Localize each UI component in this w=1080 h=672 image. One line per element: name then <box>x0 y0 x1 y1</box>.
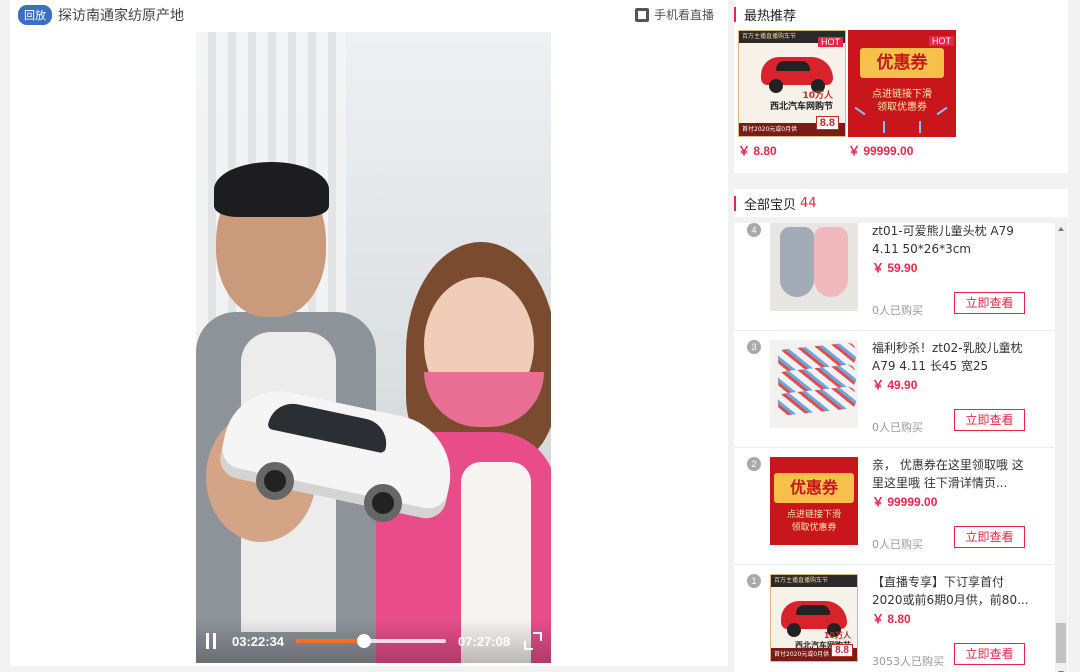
section-accent-bar <box>734 195 736 211</box>
hot-section-title: 最热推荐 <box>744 8 797 24</box>
progress-knob[interactable] <box>356 634 371 648</box>
view-now-button[interactable]: 立即查看 <box>954 526 1025 548</box>
video-controls: 03:22:34 07:27:08 <box>196 619 551 663</box>
coupon-sub-line1: 点进链接下滑 <box>872 89 932 100</box>
replay-badge: 回放 <box>18 5 52 25</box>
item-thumbnail[interactable] <box>770 340 858 428</box>
item-sold: 0人已购买 <box>872 421 923 434</box>
item-sold: 0人已购买 <box>872 538 923 551</box>
video-car-wheel <box>256 462 294 500</box>
all-section-count: 44 <box>800 195 817 211</box>
qr-code-icon <box>634 7 649 22</box>
hot-item-car-image[interactable]: 百万主播直播购车节 10万人 西北汽车网购节 首付2020元或0月供 8.8 H… <box>738 30 846 137</box>
fullscreen-icon[interactable] <box>524 632 543 650</box>
item-name[interactable]: 亲， 优惠券在这里领取哦 这里这里哦 往下滑详情页... <box>872 456 1032 492</box>
item-sold: 3053人已购买 <box>872 655 944 668</box>
hot-item-price: ￥ 99999.00 <box>848 144 914 158</box>
coupon-sub-line1: 点进链接下滑 <box>786 510 841 520</box>
live-header: 回放 探访南通家纺原产地 <box>10 0 728 30</box>
list-item: 1 百万主播直播购车节 10万人 西北汽车网购节 首付2020元或0月供 8.8… <box>734 565 1054 672</box>
car-brand-line1: 10万人 <box>802 91 833 101</box>
item-price: ￥ 99999.00 <box>872 495 938 509</box>
arrow-icon <box>883 121 885 133</box>
hot-recommendations: 百万主播直播购车节 10万人 西北汽车网购节 首付2020元或0月供 8.8 H… <box>734 28 1068 173</box>
coupon-sub-line2: 领取优惠券 <box>791 523 837 533</box>
product-list: 4 zt01-可爱熊儿童头枕 A79 4.11 50*26*3cm ￥ 59.9… <box>734 223 1068 672</box>
car-brand-line1: 10万人 <box>823 631 851 640</box>
car-brand-line2: 西北汽车网购节 <box>769 102 833 112</box>
item-index: 2 <box>747 457 761 471</box>
live-title: 探访南通家纺原产地 <box>58 8 184 24</box>
item-index: 4 <box>747 223 761 237</box>
item-name[interactable]: 福利秒杀！zt02-乳胶儿童枕 A79 4.11 长45 宽25 <box>872 339 1032 375</box>
list-item: 4 zt01-可爱熊儿童头枕 A79 4.11 50*26*3cm ￥ 59.9… <box>734 223 1054 331</box>
coupon-title: 优惠券 <box>860 48 944 78</box>
view-now-button[interactable]: 立即查看 <box>954 409 1025 431</box>
video-host-hair <box>214 162 329 217</box>
car-image-discount: 8.8 <box>831 644 853 657</box>
video-player[interactable]: 03:22:34 07:27:08 <box>196 32 551 663</box>
all-section-title: 全部宝贝 <box>744 197 797 213</box>
current-time: 03:22:34 <box>232 633 285 649</box>
list-scrollbar[interactable] <box>1055 223 1067 672</box>
view-now-button[interactable]: 立即查看 <box>954 292 1025 314</box>
section-accent-bar <box>734 6 736 22</box>
scrollbar-thumb[interactable] <box>1056 623 1066 663</box>
pause-icon[interactable] <box>204 632 220 650</box>
hot-item-coupon-image[interactable]: 优惠券 点进链接下滑 领取优惠券 HOT <box>848 30 956 137</box>
progress-fill <box>296 639 364 643</box>
duration: 07:27:08 <box>458 633 511 649</box>
list-item: 3 福利秒杀！zt02-乳胶儿童枕 A79 4.11 长45 宽25 ￥ 49.… <box>734 331 1054 448</box>
item-price: ￥ 59.90 <box>872 261 918 275</box>
product-sidebar: 最热推荐 百万主播直播购车节 10万人 西北汽车网购节 首付2020元或0月供 … <box>734 0 1068 672</box>
hot-item[interactable]: 百万主播直播购车节 10万人 西北汽车网购节 首付2020元或0月供 8.8 H… <box>738 30 846 159</box>
mobile-watch-label: 手机看直播 <box>653 8 714 22</box>
progress-bar[interactable] <box>296 634 447 648</box>
item-name[interactable]: zt01-可爱熊儿童头枕 A79 4.11 50*26*3cm <box>872 223 1032 258</box>
car-image-brand: 10万人 西北汽车网购节 <box>770 91 833 113</box>
item-name[interactable]: 【直播专享】下订享首付2020或前6期0月供，前80... <box>872 573 1032 609</box>
item-price: ￥ 8.80 <box>872 612 911 626</box>
video-car-wheel <box>364 484 402 522</box>
coupon-title: 优惠券 <box>774 473 854 503</box>
hot-tag: HOT <box>818 37 843 47</box>
car-image-band: 百万主播直播购车节 <box>771 575 857 587</box>
item-thumbnail[interactable]: 优惠券 点进链接下滑 领取优惠券 <box>770 457 858 545</box>
car-image-discount: 8.8 <box>815 116 839 130</box>
page: 回放 探访南通家纺原产地 手机看直播 03:22:34 07:27:08 最热推… <box>0 0 1080 672</box>
item-thumbnail[interactable]: 百万主播直播购车节 10万人 西北汽车网购节 首付2020元或0月供 8.8 <box>770 574 858 662</box>
item-thumbnail[interactable] <box>770 223 858 311</box>
item-price: ￥ 49.90 <box>872 378 918 392</box>
view-now-button[interactable]: 立即查看 <box>954 643 1025 665</box>
hot-tag: HOT <box>929 36 954 46</box>
pillow-graphic <box>814 227 848 297</box>
item-index: 1 <box>747 574 761 588</box>
hot-section-header: 最热推荐 <box>734 0 1068 28</box>
mobile-watch-button[interactable]: 手机看直播 <box>634 6 714 23</box>
item-sold: 0人已购买 <box>872 304 923 317</box>
list-item: 2 优惠券 点进链接下滑 领取优惠券 亲， 优惠券在这里领取哦 这里这里哦 往下… <box>734 448 1054 565</box>
live-panel: 回放 探访南通家纺原产地 手机看直播 03:22:34 07:27:08 <box>10 0 728 666</box>
item-index: 3 <box>747 340 761 354</box>
hot-item[interactable]: 优惠券 点进链接下滑 领取优惠券 HOT ￥ 99999.00 <box>848 30 956 159</box>
pillow-graphic <box>780 227 814 297</box>
hot-item-price: ￥ 8.80 <box>738 144 777 158</box>
scroll-up-icon[interactable] <box>1058 227 1064 231</box>
coupon-subtitle: 点进链接下滑 领取优惠券 <box>770 509 858 535</box>
arrow-icon <box>919 121 921 133</box>
all-section-header: 全部宝贝 44 <box>734 189 1068 217</box>
